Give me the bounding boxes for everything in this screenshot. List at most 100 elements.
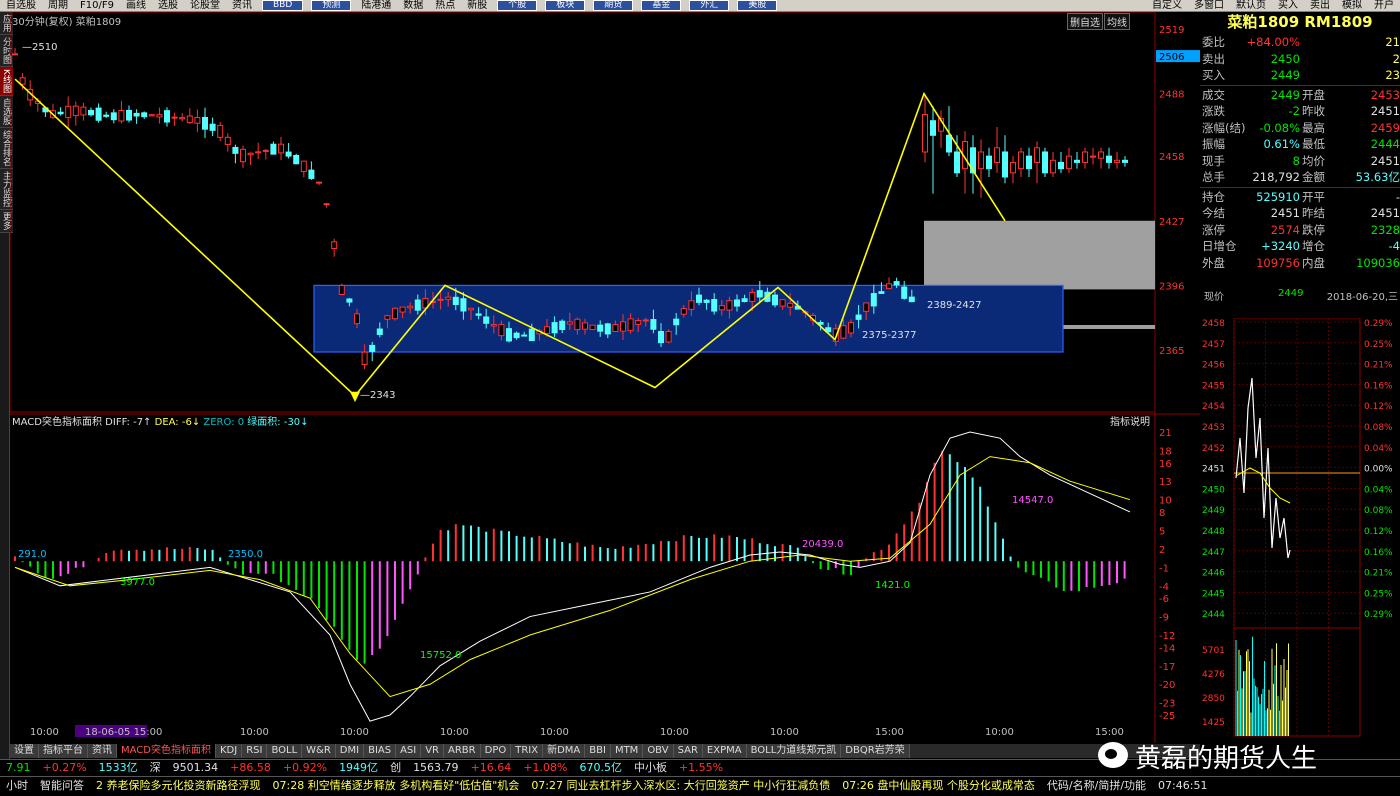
mini-timeshare-chart[interactable]: 2458 0.29% 2457 0.25% 2456 0.21% 2455 0.16% 2454… [1200,318,1400,758]
indicator-tab-3[interactable]: MACD突色指标面积 [117,744,216,758]
indicator-tab-12[interactable]: ARBR [444,744,481,758]
quote-value-2: 2453 [1370,87,1400,102]
time-axis-label: 15:00 [1095,727,1124,738]
menu-item-0[interactable]: 自选股 [0,0,42,11]
candle-body [703,299,710,303]
macd-area-text: 3977.0 [120,577,155,588]
indicator-tab-7[interactable]: W&R [302,744,336,758]
candle-body [994,147,1000,163]
indicator-tab-2[interactable]: 资讯 [88,744,117,758]
tool2-button-0[interactable]: 个股 [497,0,538,11]
candle-body [930,120,936,136]
indicator-tab-1[interactable]: 指标平台 [39,744,88,758]
macd-axis-label: 2 [1159,545,1165,556]
macd-header: MACD突色指标面积 DIFF: -7↑ DEA: -6↓ ZERO: 0 绿面… [12,415,309,428]
candle-body [285,151,292,157]
tool2-button-3[interactable]: 基金 [641,0,682,11]
quote-value-2: 23 [1385,68,1400,82]
tool2-button-4[interactable]: 外汇 [689,0,730,11]
indicator-tab-10[interactable]: ASI [396,744,422,758]
ma-button[interactable]: 均线 [1104,13,1130,30]
time-axis-label: 10:00 [440,727,469,738]
menu2-item-3[interactable]: 新股 [461,0,493,11]
macd-axis-label: 16 [1159,459,1172,470]
indicator-tab-11[interactable]: VR [421,744,445,758]
menu3-item-0[interactable]: 自定义 [1146,0,1188,11]
candle-body [255,151,262,154]
candle-body [475,313,482,316]
indicator-tab-18[interactable]: OBV [643,744,674,758]
time-axis-label: 10:00 [660,727,689,738]
indicator-tab-bar: 设置 指标平台 资讯 MACD突色指标面积 KDJ RSI BOLL W&R DMI BIAS AS… [10,744,1200,758]
indicator-tab-21[interactable]: BOLL力道线郑元凯 [746,744,842,758]
menu3-item-4[interactable]: 卖出 [1304,0,1336,11]
menu2-item-1[interactable]: 数据 [397,0,429,11]
quote-value-2: 109036 [1356,255,1400,270]
candle-body [908,296,915,303]
indicator-tab-17[interactable]: MTM [610,744,644,758]
indicator-tab-16[interactable]: BBI [585,744,611,758]
macd-axis-label: 8 [1159,508,1165,519]
indicator-tab-15[interactable]: 新DMA [543,744,586,758]
tool2-button-2[interactable]: 期货 [593,0,634,11]
tool-button-0[interactable]: BBD [261,0,304,11]
menu3-item-3[interactable]: 买入 [1272,0,1304,11]
candle-body [498,323,505,337]
indicator-tab-20[interactable]: EXPMA [702,744,747,758]
index-item-5: +86.58 [230,761,271,774]
remove-favorite-button[interactable]: 删自选 [1067,13,1103,30]
menu2-item-0[interactable]: 陆港通 [355,0,397,11]
tool2-button-5[interactable]: 美股 [737,0,778,11]
indicator-tab-8[interactable]: DMI [335,744,365,758]
menu3-item-2[interactable]: 默认页 [1230,0,1272,11]
quote-value: 525910 [1256,189,1300,204]
indicator-tab-0[interactable]: 设置 [10,744,39,758]
index-item-9: 1563.79 [413,761,459,774]
tool2-button-1[interactable]: 板块 [545,0,586,11]
candle-body [490,324,497,327]
menu3-item-5[interactable]: 模拟 [1336,0,1368,11]
indicator-tab-22[interactable]: DBQR岩芳荣 [841,744,910,758]
menu3-item-1[interactable]: 多窗口 [1188,0,1230,11]
candle-body [399,306,406,313]
tool-button-1[interactable]: 预测 [311,0,352,11]
menu3-item-6[interactable]: 开户 [1368,0,1400,11]
candle-body [1066,155,1072,170]
menu-bar: 自选股 周期 F10/F9 画线 选股 论股堂 资讯 BBD 预测 陆港通 数据 热点 新股 个股 板块 期货… [0,0,1400,12]
menu-item-3[interactable]: 画线 [120,0,152,11]
indicator-tab-19[interactable]: SAR [673,744,703,758]
quote-row: 成交 2449 开盘 2453 [1200,87,1400,104]
indicator-tab-13[interactable]: DPO [480,744,512,758]
quote-value: 218,792 [1252,170,1300,184]
news-item-6[interactable]: 代码/名称/简拼/功能 [1041,777,1152,796]
indicator-tab-4[interactable]: KDJ [215,744,243,758]
menu-item-2[interactable]: F10/F9 [74,0,120,11]
macd-axis-label: -20 [1159,680,1175,691]
menu2-item-2[interactable]: 热点 [429,0,461,11]
candle-body [559,320,566,330]
diff-line [14,431,1131,722]
period-label: 30分钟(复权) [12,17,73,28]
macd-axis-label: -17 [1159,662,1175,673]
index-item-2: 1533亿 [98,761,138,774]
mini-price-label: 2451 [1202,465,1225,475]
indicator-tab-5[interactable]: RSI [242,744,268,758]
menu-item-6[interactable]: 资讯 [226,0,258,11]
indicator-tab-9[interactable]: BIAS [364,744,397,758]
mini-price-label: 2449 [1202,506,1225,516]
quote-label-2: 最高 [1302,120,1325,135]
menu-item-5[interactable]: 论股堂 [184,0,226,11]
indicator-help-button[interactable]: 指标说明 [1110,415,1150,428]
low-arrow-icon [350,391,360,403]
indicator-tab-6[interactable]: BOLL [267,744,303,758]
mini-price-label: 2452 [1202,444,1225,454]
candle-body [627,318,634,332]
indicator-tab-14[interactable]: TRIX [511,744,544,758]
macd-area-text: 20439.0 [802,539,843,550]
quote-label: 外盘 [1202,255,1225,270]
candle-body [414,299,421,311]
menu-item-4[interactable]: 选股 [152,0,184,11]
menu-item-1[interactable]: 周期 [42,0,74,11]
macd-axis-label: 5 [1159,526,1165,537]
main-chart[interactable]: 2519250624882458242723962365—2510—234323… [10,12,1200,743]
